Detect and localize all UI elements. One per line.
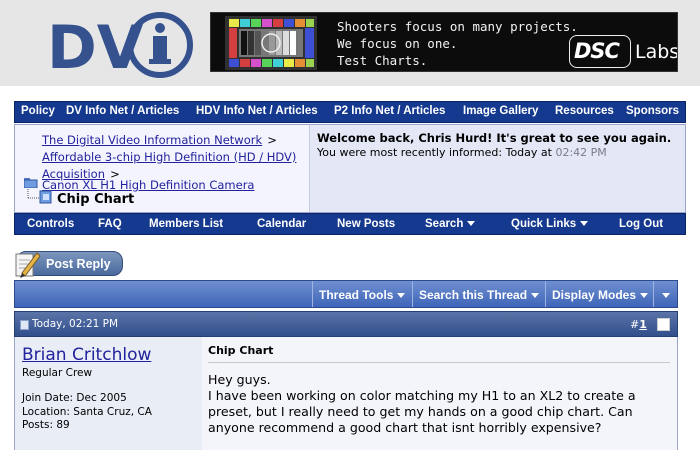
post-status-icon — [20, 320, 29, 330]
forum-navigation-bar: Controls FAQ Members List Calendar New P… — [14, 213, 686, 235]
search-thread-label: Search this Thread — [419, 288, 528, 302]
nav-quick-links-menu[interactable]: Quick Links — [511, 218, 589, 230]
test-chart-image — [225, 16, 317, 70]
welcome-panel: Welcome back, Chris Hurd! It's great to … — [309, 125, 685, 212]
nav-image-gallery[interactable]: Image Gallery — [463, 105, 538, 117]
open-folder-icon — [24, 178, 38, 188]
labs-logo-text: Labs — [635, 41, 678, 63]
breadcrumb-separator: > — [267, 133, 277, 147]
thread-tools-bar: Thread Tools Search this Thread Display … — [14, 280, 678, 308]
welcome-title: Welcome back, Chris Hurd! It's great to … — [317, 131, 672, 145]
nav-search-menu[interactable]: Search — [425, 218, 476, 230]
site-header: DV Shooters focus on many projects. We f… — [0, 0, 700, 86]
nav-calendar[interactable]: Calendar — [257, 218, 306, 230]
nav-p2-info-net[interactable]: P2 Info Net / Articles — [334, 105, 445, 117]
last-visit-line: You were most recently informed: Today a… — [317, 145, 685, 160]
post-number: 1 — [639, 318, 647, 331]
chevron-down-icon — [467, 221, 476, 227]
post-select-checkbox[interactable] — [657, 318, 670, 331]
dsc-labs-ad-banner[interactable]: Shooters focus on many projects. We focu… — [210, 12, 678, 72]
author-join-date: Join Date: Dec 2005 — [22, 392, 127, 404]
dsc-logo-text: DSC — [574, 39, 620, 63]
nav-new-posts[interactable]: New Posts — [337, 218, 395, 230]
nav-policy[interactable]: Policy — [21, 105, 55, 117]
display-modes-menu[interactable]: Display Modes — [545, 281, 653, 307]
nav-members-list[interactable]: Members List — [149, 218, 223, 230]
author-name-link[interactable]: Brian Critchlow — [22, 345, 151, 365]
breadcrumb-link-network[interactable]: The Digital Video Information Network — [42, 133, 262, 147]
post-reply-label: Post Reply — [46, 257, 111, 271]
display-modes-label: Display Modes — [552, 288, 637, 302]
thread-tools-menu[interactable]: Thread Tools — [312, 281, 412, 307]
nav-quick-links-label: Quick Links — [511, 218, 577, 230]
post-content: Chip Chart Hey guys. I have been working… — [202, 337, 678, 450]
nav-resources[interactable]: Resources — [555, 105, 614, 117]
nav-dv-info-net[interactable]: DV Info Net / Articles — [66, 105, 179, 117]
thread-tools-label: Thread Tools — [319, 288, 394, 302]
banner-line-3: Test Charts. — [337, 53, 428, 68]
nav-controls[interactable]: Controls — [27, 218, 74, 230]
post-title-divider — [208, 362, 670, 363]
chevron-down-icon — [531, 293, 540, 299]
nav-sponsors[interactable]: Sponsors — [626, 105, 679, 117]
breadcrumb-link-canon-xl-h1[interactable]: Canon XL H1 High Definition Camera — [42, 178, 254, 192]
chevron-down-icon — [580, 221, 589, 227]
post-date: Today, 02:21 PM — [32, 318, 119, 330]
last-visit-label: You were most recently informed: Today a… — [317, 146, 552, 159]
author-post-count: Posts: 89 — [22, 419, 70, 431]
banner-copy: Shooters focus on many projects. We focu… — [337, 18, 578, 69]
post-reply-button[interactable]: Post Reply — [15, 251, 123, 278]
post-header: Today, 02:21 PM #1 — [14, 311, 678, 337]
dsc-labs-logo: DSC Labs — [569, 35, 677, 68]
breadcrumb: The Digital Video Information Network > … — [15, 125, 309, 212]
post-greeting: Hey guys. — [208, 372, 271, 387]
nav-hdv-info-net[interactable]: HDV Info Net / Articles — [196, 105, 318, 117]
post-body-text: I have been working on color matching my… — [208, 388, 636, 435]
chevron-down-icon — [640, 293, 649, 299]
author-rank: Regular Crew — [22, 367, 93, 379]
post-message: Hey guys. I have been working on color m… — [208, 372, 672, 436]
thread-tree-icon — [27, 189, 52, 204]
author-stats: Join Date: Dec 2005 Location: Santa Cruz… — [22, 392, 152, 433]
chevron-down-icon — [397, 293, 406, 299]
nav-search-label: Search — [425, 218, 464, 230]
pencil-paper-icon — [15, 252, 41, 278]
nav-faq[interactable]: FAQ — [98, 218, 122, 230]
nav-log-out[interactable]: Log Out — [619, 218, 663, 230]
breadcrumb-row: The Digital Video Information Network > … — [14, 124, 686, 213]
breadcrumb-links: The Digital Video Information Network > … — [42, 131, 304, 182]
banner-line-2: We focus on one. — [337, 36, 458, 51]
thread-bar-collapse-button[interactable] — [653, 281, 677, 307]
banner-line-1: Shooters focus on many projects. — [337, 19, 578, 34]
dvi-logo[interactable]: DV — [47, 10, 193, 78]
post-author-panel: Brian Critchlow Regular Crew Join Date: … — [14, 337, 202, 450]
post-number-prefix: # — [630, 318, 640, 331]
post-number-link[interactable]: #1 — [630, 318, 647, 331]
chevron-down-icon — [662, 293, 670, 299]
breadcrumb-link-hd-forum[interactable]: Affordable 3-chip High Definition (HD / … — [42, 150, 296, 181]
top-navigation-bar: Policy DV Info Net / Articles HDV Info N… — [14, 101, 686, 123]
last-visit-time: 02:42 PM — [555, 146, 607, 159]
breadcrumb-current-page: Chip Chart — [57, 192, 135, 207]
search-thread-menu[interactable]: Search this Thread — [412, 281, 545, 307]
post-title: Chip Chart — [208, 344, 274, 357]
author-location: Location: Santa Cruz, CA — [22, 405, 152, 418]
